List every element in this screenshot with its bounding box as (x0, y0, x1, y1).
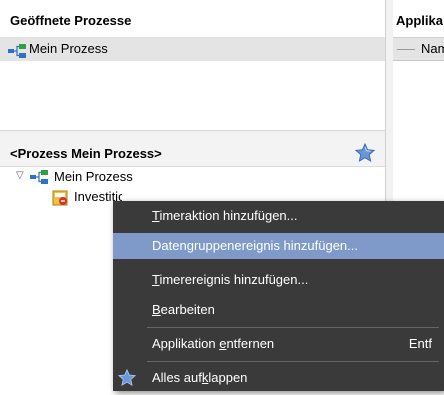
column-grip (397, 49, 415, 50)
menu-item-edit[interactable]: Bearbeiten (113, 297, 444, 323)
menu-item-label: Timerereignis hinzufügen... (152, 272, 309, 287)
process-tree-title: <Prozess Mein Prozess> (10, 146, 162, 161)
menu-item-expand-all[interactable]: Alles aufklappen (113, 365, 444, 391)
process-tree-header: <Prozess Mein Prozess> (0, 137, 385, 167)
name-column-header[interactable]: Nam (393, 37, 444, 61)
menu-item-label: Bearbeiten (152, 302, 215, 317)
menu-item-remove-application[interactable]: Applikation entfernen Entf (113, 331, 444, 357)
name-column-label: Nam (421, 41, 444, 56)
menu-item-add-timer-event[interactable]: Timerereignis hinzufügen... (113, 267, 444, 293)
process-icon (8, 42, 26, 66)
open-processes-panel: Geöffnete Prozesse Mein Prozess (0, 0, 385, 130)
process-icon (30, 170, 48, 190)
collapse-toggle-icon[interactable]: ▽ (16, 170, 24, 181)
menu-item-shortcut: Entf (408, 336, 432, 351)
process-list-item[interactable]: Mein Prozess (0, 37, 385, 61)
menu-separator (147, 327, 439, 328)
menu-separator (147, 361, 439, 362)
menu-item-label: Alles aufklappen (152, 370, 248, 385)
tree-node-root-label: Mein Prozess (54, 169, 133, 184)
panel-splitter[interactable] (0, 130, 385, 137)
open-processes-header: Geöffnete Prozesse (10, 13, 132, 28)
process-label: Mein Prozess (29, 41, 108, 56)
context-menu: Timeraktion hinzufügen... Datengruppener… (113, 201, 444, 391)
menu-item-label: Applikation entfernen (152, 336, 275, 351)
favorite-star-icon[interactable] (354, 142, 376, 165)
tree-node-child[interactable]: Investitionsantrag (52, 187, 122, 207)
menu-item-label: Timeraktion hinzufügen... (152, 208, 298, 223)
menu-item-label: Datengruppenereignis hinzufügen... (152, 238, 358, 253)
application-panel-title: Applika (396, 13, 443, 28)
menu-item-add-data-group-event[interactable]: Datengruppenereignis hinzufügen... (113, 233, 444, 259)
menu-item-add-timer-action[interactable]: Timeraktion hinzufügen... (113, 203, 444, 229)
application-icon (52, 190, 68, 207)
expand-star-icon (117, 368, 137, 395)
